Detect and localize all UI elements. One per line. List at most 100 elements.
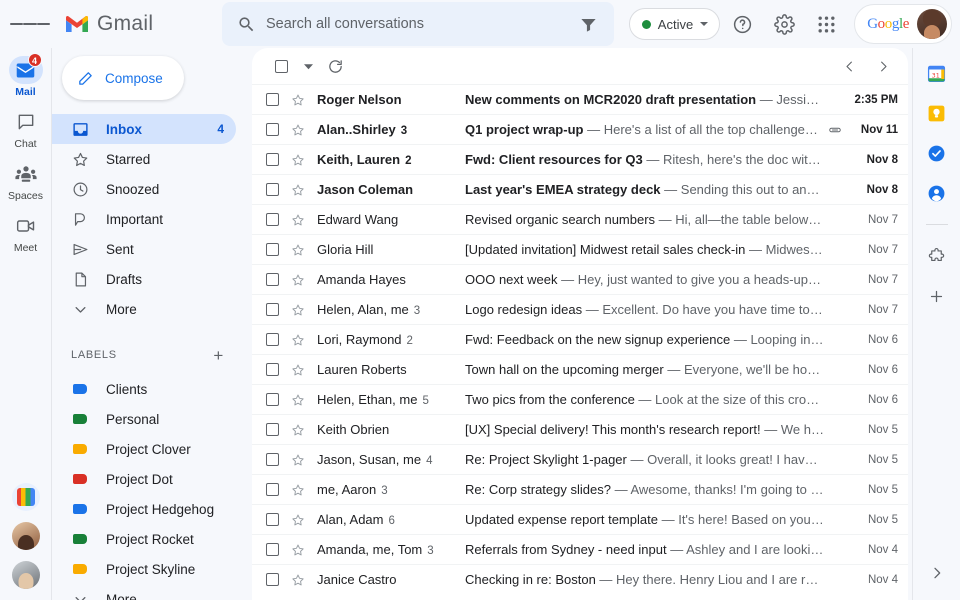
table-row[interactable]: Keith Obrien [UX] Special delivery! This … (252, 414, 908, 444)
pencil-icon (79, 71, 92, 85)
table-row[interactable]: Roger Nelson New comments on MCR2020 draf… (252, 84, 908, 114)
row-checkbox[interactable] (266, 363, 279, 376)
star-icon[interactable] (289, 513, 306, 527)
select-all-chevron-down-icon[interactable] (298, 53, 318, 79)
row-checkbox[interactable] (266, 123, 279, 136)
search-input[interactable] (264, 16, 570, 32)
rail-item-spaces[interactable]: Spaces (0, 156, 52, 208)
row-checkbox[interactable] (266, 183, 279, 196)
star-icon[interactable] (289, 333, 306, 347)
row-checkbox[interactable] (266, 393, 279, 406)
table-row[interactable]: Jason, Susan, me 4 Re: Project Skylight 1-… (252, 444, 908, 474)
sidebar-item-drafts[interactable]: Drafts (52, 264, 236, 294)
table-row[interactable]: Amanda Hayes OOO next week — Hey, just wa… (252, 264, 908, 294)
rail-item-meet[interactable]: Meet (0, 208, 52, 260)
row-checkbox[interactable] (266, 513, 279, 526)
select-all-checkbox[interactable] (266, 51, 296, 81)
star-icon[interactable] (289, 273, 306, 287)
sidebar-item-starred[interactable]: Starred (52, 144, 236, 174)
table-row[interactable]: Edward Wang Revised organic search number… (252, 204, 908, 234)
row-checkbox[interactable] (266, 543, 279, 556)
contact-avatar-1[interactable] (11, 483, 40, 511)
contact-avatar-3[interactable] (11, 561, 40, 589)
row-checkbox[interactable] (266, 93, 279, 106)
table-row[interactable]: Alan..Shirley 3 Q1 project wrap-up — Here'… (252, 114, 908, 144)
star-icon[interactable] (289, 153, 306, 167)
table-row[interactable]: Lauren Roberts Town hall on the upcoming … (252, 354, 908, 384)
table-row[interactable]: Helen, Alan, me 3 Logo redesign ideas — Ex… (252, 294, 908, 324)
row-checkbox[interactable] (266, 273, 279, 286)
contact-avatar-2[interactable] (11, 522, 40, 550)
send-paper-plane-icon (71, 241, 89, 258)
sidebar-item-sent[interactable]: Sent (52, 234, 236, 264)
google-keep-icon[interactable] (926, 102, 948, 124)
sidebar-label-project-clover[interactable]: Project Clover (52, 434, 236, 464)
compose-button[interactable]: Compose (62, 56, 184, 100)
table-row[interactable]: Jason Coleman Last year's EMEA strategy d… (252, 174, 908, 204)
star-icon[interactable] (289, 573, 306, 587)
table-row[interactable]: Keith, Lauren 2 Fwd: Client resources for … (252, 144, 908, 174)
sidebar-label-clients[interactable]: Clients (52, 374, 236, 404)
star-icon[interactable] (289, 543, 306, 557)
google-tasks-icon[interactable] (926, 142, 948, 164)
gmail-logo[interactable]: Gmail (64, 12, 214, 36)
star-icon[interactable] (289, 183, 306, 197)
refresh-icon[interactable] (320, 51, 350, 81)
plus-icon[interactable]: + (213, 347, 224, 364)
table-row[interactable]: Janice Castro Checking in re: Boston — He… (252, 564, 908, 594)
rail-item-chat[interactable]: Chat (0, 104, 52, 156)
star-icon[interactable] (289, 303, 306, 317)
google-calendar-icon[interactable]: 31 (926, 62, 948, 84)
hamburger-menu-icon[interactable] (10, 4, 50, 44)
star-icon[interactable] (289, 243, 306, 257)
sidebar-item-snoozed[interactable]: Snoozed (52, 174, 236, 204)
row-checkbox[interactable] (266, 153, 279, 166)
account-button[interactable]: Google (854, 4, 952, 44)
sidebar-item-inbox[interactable]: Inbox 4 (52, 114, 236, 144)
row-checkbox[interactable] (266, 303, 279, 316)
table-row[interactable]: Helen, Ethan, me 5 Two pics from the confe… (252, 384, 908, 414)
sidebar-label-project-skyline[interactable]: Project Skyline (52, 554, 236, 584)
sidebar-labels-more[interactable]: More (52, 584, 236, 600)
row-checkbox[interactable] (266, 573, 279, 586)
star-icon[interactable] (289, 483, 306, 497)
table-row[interactable]: me, Aaron 3 Re: Corp strategy slides? — Aw… (252, 474, 908, 504)
sidebar-item-important[interactable]: Important (52, 204, 236, 234)
search-icon[interactable] (228, 6, 264, 42)
plus-icon[interactable] (926, 285, 948, 307)
sidebar-item-more[interactable]: More (52, 294, 236, 324)
status-chip[interactable]: Active (628, 8, 721, 40)
google-contacts-icon[interactable] (926, 182, 948, 204)
sidebar-label-project-rocket[interactable]: Project Rocket (52, 524, 236, 554)
search-options-icon[interactable] (570, 6, 606, 42)
chevron-right-icon[interactable] (868, 51, 898, 81)
table-row[interactable]: Amanda, me, Tom 3 Referrals from Sydney - … (252, 534, 908, 564)
google-apps-grid-icon[interactable] (806, 4, 846, 44)
row-checkbox[interactable] (266, 453, 279, 466)
sidebar-label-project-hedgehog[interactable]: Project Hedgehog (52, 494, 236, 524)
addons-puzzle-icon[interactable] (926, 245, 948, 267)
row-checkbox[interactable] (266, 213, 279, 226)
row-checkbox[interactable] (266, 333, 279, 346)
star-icon[interactable] (289, 213, 306, 227)
star-icon[interactable] (289, 123, 306, 137)
rail-item-mail[interactable]: 4 Mail (0, 52, 52, 104)
chevron-left-icon[interactable] (834, 51, 864, 81)
star-icon[interactable] (289, 363, 306, 377)
star-icon[interactable] (289, 453, 306, 467)
user-avatar[interactable] (917, 9, 947, 39)
chevron-right-icon[interactable] (920, 556, 954, 590)
help-icon[interactable] (722, 4, 762, 44)
table-row[interactable]: Gloria Hill [Updated invitation] Midwest … (252, 234, 908, 264)
settings-gear-icon[interactable] (764, 4, 804, 44)
star-icon[interactable] (289, 393, 306, 407)
sidebar-label-personal[interactable]: Personal (52, 404, 236, 434)
star-icon[interactable] (289, 93, 306, 107)
row-checkbox[interactable] (266, 423, 279, 436)
table-row[interactable]: Alan, Adam 6 Updated expense report templa… (252, 504, 908, 534)
row-checkbox[interactable] (266, 243, 279, 256)
sidebar-label-project-dot[interactable]: Project Dot (52, 464, 236, 494)
row-checkbox[interactable] (266, 483, 279, 496)
table-row[interactable]: Lori, Raymond 2 Fwd: Feedback on the new s… (252, 324, 908, 354)
star-icon[interactable] (289, 423, 306, 437)
